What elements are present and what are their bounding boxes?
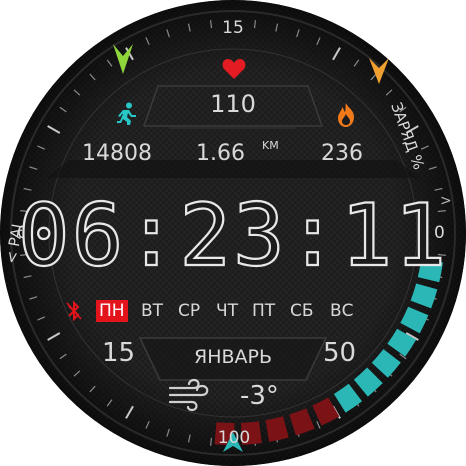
bezel-tick (210, 20, 213, 29)
wind-icon (168, 378, 209, 412)
running-person-icon (117, 102, 136, 125)
weekday-4: ЧТ (216, 301, 239, 321)
heart-rate-value: 110 (210, 90, 256, 118)
time-display: 06:23:11 (17, 186, 449, 286)
weekday-3: СР (178, 301, 201, 321)
weekday-5: ПТ (252, 301, 276, 321)
green-marker-icon (113, 44, 133, 74)
bezel-tick (210, 437, 213, 446)
orange-marker-icon (369, 58, 389, 84)
date-month: ЯНВАРЬ (193, 346, 273, 368)
bezel-tick (253, 20, 256, 29)
weekday-6: СБ (290, 301, 314, 321)
weekday-1: ПН (96, 300, 128, 322)
watch-face: 15 0 0 100 < PAI ЗАРЯД % > 110 14808 1.6… (0, 0, 466, 466)
flame-icon (338, 103, 354, 127)
pai-value: 50 (323, 338, 357, 368)
distance-value: 1.66 (196, 141, 245, 166)
heart-icon (222, 59, 246, 79)
steps-value: 14808 (82, 141, 152, 166)
date-day: 15 (102, 338, 136, 368)
weekday-2: ВТ (141, 301, 164, 321)
calories-value: 236 (321, 141, 363, 166)
scale-label-top: 15 (222, 18, 244, 38)
weekday-7: ВС (330, 301, 354, 321)
temperature-value: -3° (240, 381, 279, 411)
scale-label-bottom: 100 (217, 428, 251, 448)
bluetooth-off-icon (66, 300, 82, 322)
distance-unit: KM (262, 139, 279, 152)
